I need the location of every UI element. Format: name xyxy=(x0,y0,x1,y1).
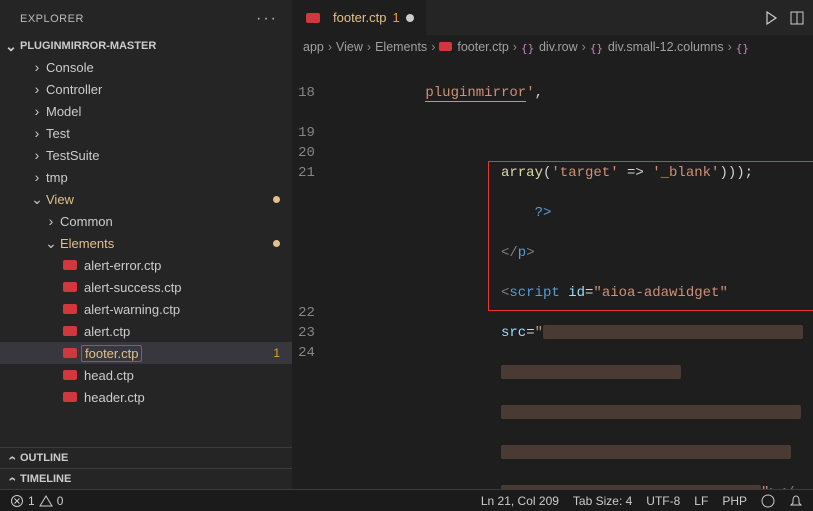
status-tabsize[interactable]: Tab Size: 4 xyxy=(573,494,632,508)
cakephp-file-icon xyxy=(62,389,78,405)
warning-icon xyxy=(39,494,53,508)
explorer-title: EXPLORER xyxy=(20,13,84,25)
chevron-right-icon xyxy=(30,60,44,74)
status-language[interactable]: PHP xyxy=(722,494,747,508)
cakephp-file-icon xyxy=(62,301,78,317)
folder-view[interactable]: View xyxy=(0,188,292,210)
folder-model[interactable]: Model xyxy=(0,100,292,122)
tab-badge: 1 xyxy=(392,10,399,25)
cakephp-file-icon xyxy=(62,279,78,295)
notifications-icon[interactable] xyxy=(789,494,803,508)
tab-footer[interactable]: footer.ctp 1 xyxy=(293,0,427,35)
cakephp-file-icon xyxy=(62,323,78,339)
explorer-more-icon[interactable]: ··· xyxy=(256,10,278,28)
chevron-down-icon: ⌄ xyxy=(4,39,18,53)
modified-dot-icon xyxy=(273,196,280,203)
folder-elements[interactable]: Elements xyxy=(0,232,292,254)
brace-icon xyxy=(521,41,535,53)
outline-section[interactable]: › OUTLINE xyxy=(0,447,292,468)
folder-controller[interactable]: Controller xyxy=(0,78,292,100)
folder-console[interactable]: Console xyxy=(0,56,292,78)
status-position[interactable]: Ln 21, Col 209 xyxy=(481,494,559,508)
chevron-right-icon xyxy=(30,82,44,96)
cakephp-file-icon xyxy=(62,367,78,383)
feedback-icon[interactable] xyxy=(761,494,775,508)
brace-icon xyxy=(736,41,750,53)
chevron-right-icon: › xyxy=(4,451,18,465)
timeline-section[interactable]: › TIMELINE xyxy=(0,468,292,489)
explorer-sidebar: EXPLORER ··· ⌄ PLUGINMIRROR-MASTER Conso… xyxy=(0,0,293,489)
chevron-down-icon xyxy=(44,236,58,250)
status-bar: 1 0 Ln 21, Col 209 Tab Size: 4 UTF-8 LF … xyxy=(0,489,813,511)
folder-common[interactable]: Common xyxy=(0,210,292,232)
error-icon xyxy=(10,494,24,508)
project-name: PLUGINMIRROR-MASTER xyxy=(20,40,156,52)
file-header[interactable]: header.ctp xyxy=(0,386,292,408)
file-head[interactable]: head.ctp xyxy=(0,364,292,386)
code-editor[interactable]: 18 19 20 21 22 23 24 pluginmirror', xyxy=(293,59,813,489)
status-eol[interactable]: LF xyxy=(694,494,708,508)
code-content[interactable]: pluginmirror', array('target' => '_blank… xyxy=(333,59,813,489)
line-gutter: 18 19 20 21 22 23 24 xyxy=(293,59,333,489)
cakephp-file-icon xyxy=(439,41,453,53)
run-icon[interactable] xyxy=(763,10,779,26)
file-alert-success[interactable]: alert-success.ctp xyxy=(0,276,292,298)
chevron-right-icon xyxy=(30,170,44,184)
folder-testsuite[interactable]: TestSuite xyxy=(0,144,292,166)
chevron-right-icon xyxy=(44,214,58,228)
cakephp-file-icon xyxy=(305,10,321,26)
modified-dot-icon xyxy=(273,240,280,247)
breadcrumbs[interactable]: app› View› Elements› footer.ctp› div.row… xyxy=(293,35,813,59)
cakephp-file-icon xyxy=(62,345,78,361)
project-section-header[interactable]: ⌄ PLUGINMIRROR-MASTER xyxy=(0,36,292,56)
status-encoding[interactable]: UTF-8 xyxy=(646,494,680,508)
unsaved-dot-icon[interactable] xyxy=(406,14,414,22)
file-alert[interactable]: alert.ctp xyxy=(0,320,292,342)
chevron-right-icon xyxy=(30,148,44,162)
folder-test[interactable]: Test xyxy=(0,122,292,144)
chevron-right-icon: › xyxy=(4,472,18,486)
split-editor-icon[interactable] xyxy=(789,10,805,26)
chevron-right-icon xyxy=(30,104,44,118)
file-footer[interactable]: footer.ctp1 xyxy=(0,342,292,364)
modified-count-badge: 1 xyxy=(273,346,280,360)
file-alert-error[interactable]: alert-error.ctp xyxy=(0,254,292,276)
cakephp-file-icon xyxy=(62,257,78,273)
file-tree: Console Controller Model Test TestSuite … xyxy=(0,56,292,447)
editor-pane: footer.ctp 1 app› View› Elements› footer… xyxy=(293,0,813,489)
brace-icon xyxy=(590,41,604,53)
chevron-down-icon xyxy=(30,192,44,206)
chevron-right-icon xyxy=(30,126,44,140)
file-alert-warning[interactable]: alert-warning.ctp xyxy=(0,298,292,320)
status-errors[interactable]: 1 0 xyxy=(10,494,63,508)
folder-tmp[interactable]: tmp xyxy=(0,166,292,188)
tab-bar: footer.ctp 1 xyxy=(293,0,813,35)
